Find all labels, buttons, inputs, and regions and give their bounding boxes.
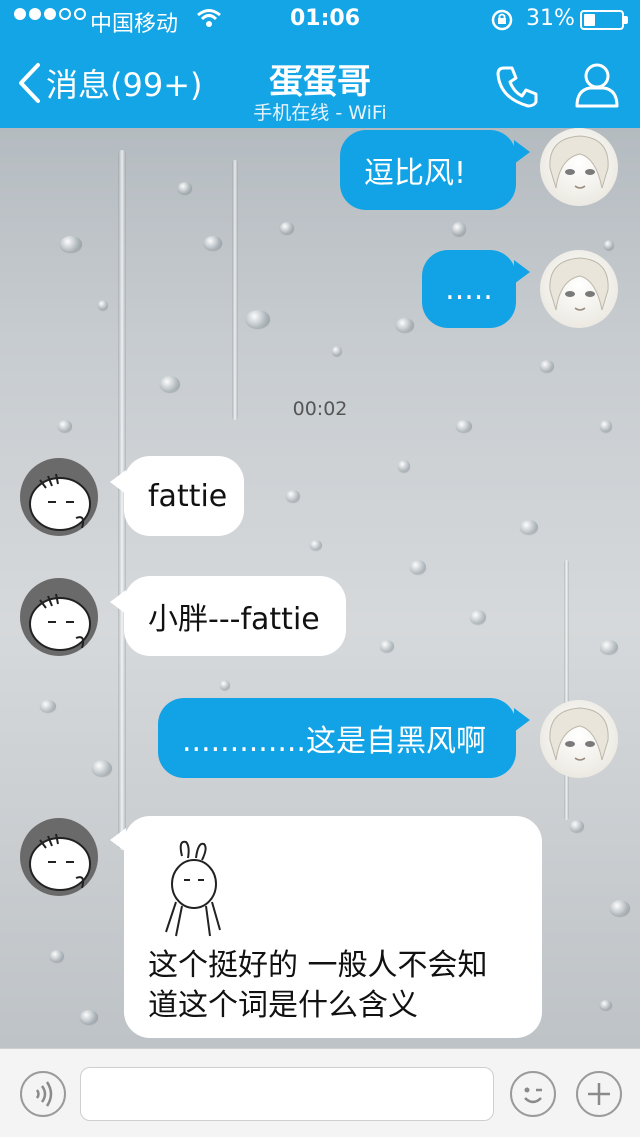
message-input[interactable] [80, 1067, 494, 1121]
carrier-name: 中国移动 [90, 12, 179, 37]
message-text: 小胖---fattie [148, 602, 320, 637]
chat-subtitle: 手机在线 - WiFi [253, 102, 387, 124]
message-text: .............这是自黑风啊 [182, 724, 486, 759]
input-bar [0, 1048, 640, 1137]
rabbit-sticker [148, 836, 518, 946]
header-bar: 中国移动 01:06 31% 消息(99+) 蛋蛋哥 手机在线 - WiFi [0, 0, 640, 128]
battery-percent: 31% [526, 6, 575, 31]
message-text: 逗比风! [364, 156, 467, 191]
battery-level [584, 14, 595, 26]
phone-icon[interactable] [494, 62, 542, 114]
plus-icon[interactable] [576, 1071, 622, 1117]
incoming-bubble[interactable]: fattie [124, 456, 244, 536]
rabbit-avatar[interactable] [20, 578, 98, 656]
status-time: 01:06 [290, 6, 361, 31]
chat-title: 蛋蛋哥 [269, 62, 371, 102]
incoming-bubble[interactable]: 这个挺好的 一般人不会知 道这个词是什么含义 [124, 816, 542, 1038]
battery-icon [580, 10, 624, 30]
anime-girl-avatar[interactable] [540, 128, 618, 206]
rotation-lock-icon [490, 8, 514, 38]
anime-girl-avatar[interactable] [540, 250, 618, 328]
message-text-line: 道这个词是什么含义 [148, 988, 418, 1023]
person-icon[interactable] [572, 60, 622, 114]
status-bar: 中国移动 01:06 31% [0, 0, 640, 40]
rabbit-avatar[interactable] [20, 458, 98, 536]
message-text-line: 这个挺好的 一般人不会知 [148, 948, 488, 983]
rabbit-avatar[interactable] [20, 818, 98, 896]
outgoing-bubble[interactable]: .............这是自黑风啊 [158, 698, 516, 778]
incoming-bubble[interactable]: 小胖---fattie [124, 576, 346, 656]
anime-girl-avatar[interactable] [540, 700, 618, 778]
voice-icon[interactable] [20, 1071, 66, 1117]
emoji-icon[interactable] [510, 1071, 556, 1117]
outgoing-bubble[interactable]: 逗比风! [340, 130, 516, 210]
message-text: ..... [445, 271, 493, 307]
signal-strength-icon [14, 8, 86, 20]
wifi-icon [196, 8, 222, 34]
chat-timestamp: 00:02 [292, 398, 348, 420]
outgoing-bubble[interactable]: ..... [422, 250, 516, 328]
message-text: fattie [148, 478, 228, 514]
